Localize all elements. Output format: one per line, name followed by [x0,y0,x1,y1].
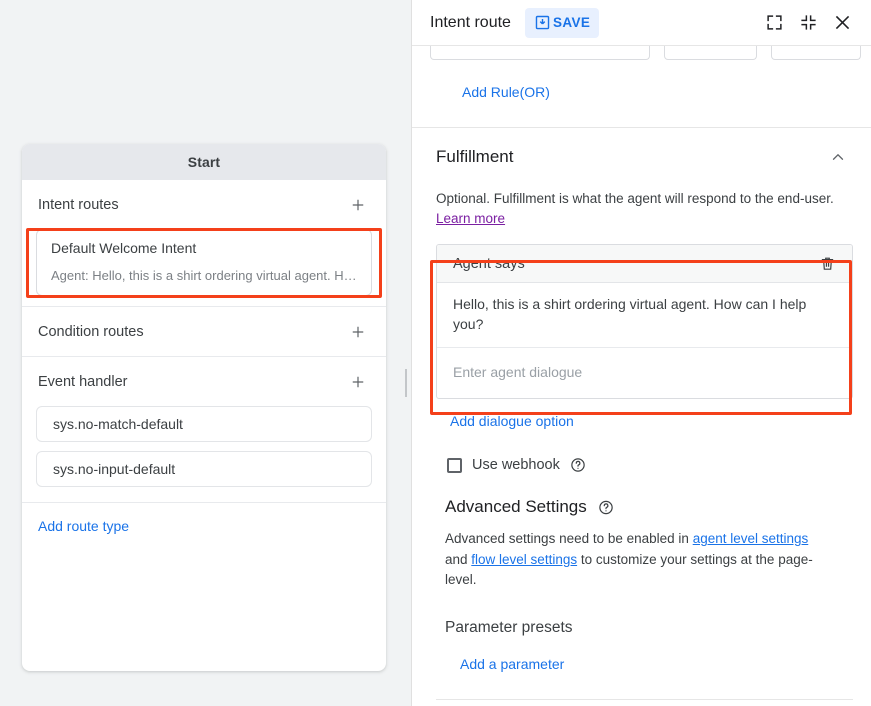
add-parameter-row: Add a parameter [436,637,853,674]
section-label-condition-routes: Condition routes [38,324,144,340]
panel-header: Intent route SAVE [412,0,871,46]
help-circle-icon[interactable] [598,499,614,515]
section-label-intent-routes: Intent routes [38,197,119,213]
plus-icon[interactable] [346,193,370,217]
use-webhook-checkbox[interactable] [447,458,462,473]
app-root: Start Intent routes Default Welcome Inte… [0,0,871,706]
panel-resize-handle[interactable] [403,369,410,397]
agent-says-header: Agent says [437,245,852,283]
bottom-divider [436,699,853,700]
event-handler-item-no-input[interactable]: sys.no-input-default [36,451,372,487]
fulfillment-title: Fulfillment [436,147,513,167]
advanced-desc-part1: Advanced settings need to be enabled in [445,531,693,546]
section-intent-routes: Intent routes Default Welcome Intent Age… [22,180,386,307]
start-page-card: Start Intent routes Default Welcome Inte… [22,144,386,671]
add-a-parameter-link[interactable]: Add a parameter [460,656,564,672]
left-panel: Start Intent routes Default Welcome Inte… [0,0,410,706]
close-icon[interactable] [827,8,857,38]
intent-route-title: Default Welcome Intent [51,240,357,256]
section-condition-routes: Condition routes [22,307,386,357]
section-header-event-handler: Event handler [22,357,386,406]
use-webhook-row: Use webhook [436,431,853,473]
agent-says-label: Agent says [453,256,525,272]
agent-says-card: Agent says Hello, this is a shirt orderi… [436,244,853,399]
section-header-condition-routes: Condition routes [22,307,386,356]
advanced-desc-part2: and [445,552,471,567]
agent-dialogue-value[interactable]: Hello, this is a shirt ordering virtual … [437,283,852,348]
right-panel: Intent route SAVE [411,0,871,706]
fulfillment-description-text: Optional. Fulfillment is what the agent … [436,191,834,206]
card-title: Start [22,144,386,180]
rule-value-field[interactable] [771,46,861,60]
add-dialogue-option-link[interactable]: Add dialogue option [450,413,574,429]
add-rule-or-link[interactable]: Add Rule(OR) [462,84,550,100]
save-button[interactable]: SAVE [525,8,599,38]
flow-level-settings-link[interactable]: flow level settings [471,552,577,567]
plus-icon[interactable] [346,370,370,394]
rule-fields-row [412,46,871,62]
rule-parameter-field[interactable] [430,46,650,60]
learn-more-link[interactable]: Learn more [436,211,505,226]
agent-dialogue-input[interactable]: Enter agent dialogue [437,348,852,398]
rule-operator-field[interactable] [664,46,757,60]
add-route-type-section: Add route type [22,503,386,671]
save-button-label: SAVE [553,15,590,30]
advanced-settings-header: Advanced Settings [436,473,853,517]
add-dialogue-row: Add dialogue option [436,399,853,431]
parameter-presets-title: Parameter presets [436,590,853,637]
page-title: Intent route [430,14,511,32]
agent-level-settings-link[interactable]: agent level settings [693,531,809,546]
collapse-icon[interactable] [793,8,823,38]
panel-body: Add Rule(OR) Fulfillment Optional. Fulfi… [412,46,871,706]
help-circle-icon[interactable] [570,457,586,473]
use-webhook-label: Use webhook [472,457,560,473]
add-route-type-link[interactable]: Add route type [38,518,129,534]
trash-icon[interactable] [814,251,840,277]
fulfillment-header: Fulfillment [436,128,853,167]
advanced-settings-title: Advanced Settings [445,497,587,517]
fulfillment-description: Optional. Fulfillment is what the agent … [436,167,853,228]
fullscreen-icon[interactable] [759,8,789,38]
section-event-handler: Event handler sys.no-match-default sys.n… [22,357,386,503]
chevron-up-icon[interactable] [829,148,847,166]
intent-route-item-default-welcome[interactable]: Default Welcome Intent Agent: Hello, thi… [36,229,372,296]
section-label-event-handler: Event handler [38,374,127,390]
section-header-intent-routes: Intent routes [22,180,386,229]
save-icon [534,14,551,31]
intent-route-subtitle: Agent: Hello, this is a shirt ordering v… [51,268,357,283]
advanced-settings-description: Advanced settings need to be enabled in … [436,517,853,590]
plus-icon[interactable] [346,320,370,344]
add-rule-row: Add Rule(OR) [412,62,871,102]
fulfillment-section: Fulfillment Optional. Fulfillment is wha… [412,128,871,700]
event-handler-item-no-match[interactable]: sys.no-match-default [36,406,372,442]
